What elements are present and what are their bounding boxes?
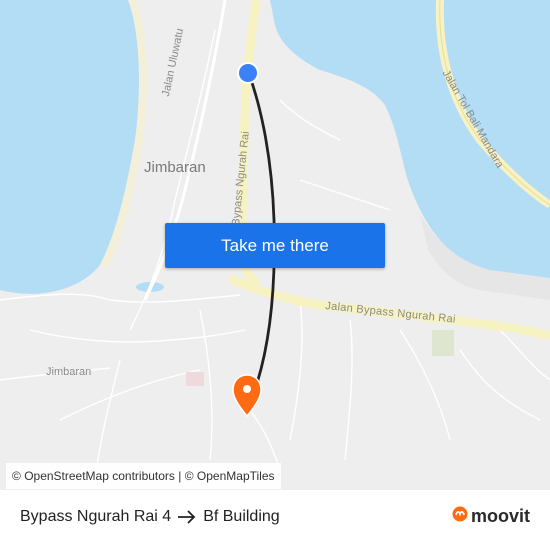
attribution-separator: | © bbox=[178, 469, 194, 483]
openmaptiles-link[interactable]: OpenMapTiles bbox=[197, 469, 275, 483]
map-attribution: © OpenStreetMap contributors | © OpenMap… bbox=[6, 463, 281, 489]
origin-dot-icon[interactable] bbox=[237, 62, 259, 84]
map-view[interactable]: Jalan Uluwatu Bypass Ngurah Rai Jalan To… bbox=[0, 0, 550, 490]
area-label-jimbaran: Jimbaran bbox=[144, 159, 206, 176]
moovit-brand-text: moovit bbox=[470, 506, 530, 526]
moovit-logo-icon bbox=[452, 506, 471, 527]
moovit-logo[interactable]: moovit bbox=[452, 506, 530, 527]
route-summary: Bypass Ngurah Rai 4 Bf Building bbox=[20, 508, 280, 526]
copyright-symbol: © bbox=[12, 469, 21, 483]
destination-label: Bf Building bbox=[203, 508, 280, 525]
area-label-jimbaran-small: Jimbaran bbox=[46, 366, 92, 378]
origin-label: Bypass Ngurah Rai 4 bbox=[20, 508, 172, 525]
hospital-area bbox=[186, 372, 204, 386]
footer-bar: Bypass Ngurah Rai 4 Bf Building moovit bbox=[0, 490, 550, 550]
park-area bbox=[432, 330, 454, 356]
osm-link[interactable]: OpenStreetMap contributors bbox=[24, 469, 175, 483]
take-me-there-button[interactable]: Take me there bbox=[165, 223, 385, 268]
arrow-right-icon bbox=[177, 510, 197, 524]
